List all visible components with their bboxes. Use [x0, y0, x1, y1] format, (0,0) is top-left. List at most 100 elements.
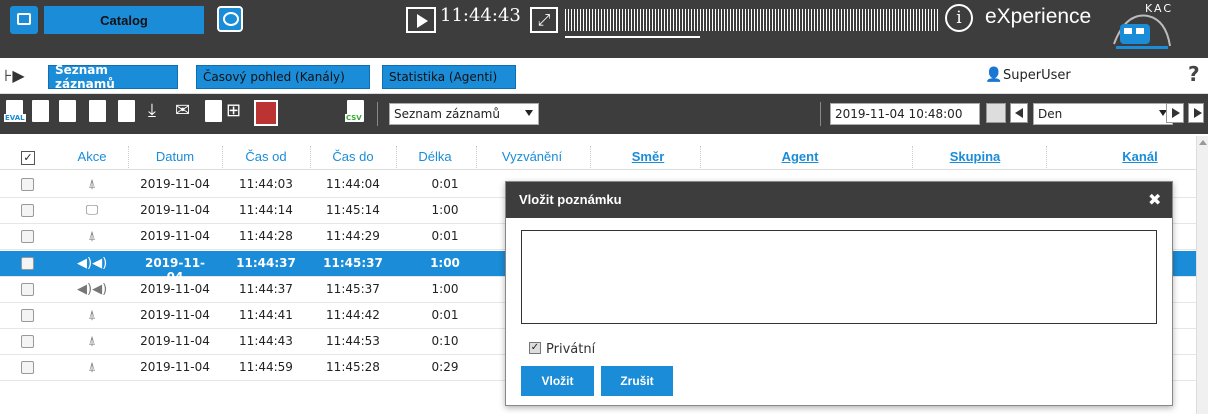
- header-cas-od[interactable]: Čas od: [234, 149, 298, 164]
- cell-datum: 2019-11-04: [140, 229, 210, 244]
- document-copy-icon[interactable]: [57, 100, 79, 126]
- cell-cas-od: 11:44:28: [239, 229, 293, 244]
- previous-period-button[interactable]: [1010, 103, 1028, 123]
- row-checkbox[interactable]: [21, 230, 34, 244]
- tree-toggle-icon[interactable]: ⊦▶: [4, 66, 25, 85]
- cell-cas-od: 11:44:43: [239, 334, 293, 349]
- header-delka[interactable]: Délka: [405, 149, 465, 164]
- cell-cas-od: 11:44:41: [239, 308, 293, 322]
- top-bar: Catalog 11:44:43 ⤢ i eXperience KAC: [0, 0, 1208, 58]
- row-checkbox[interactable]: [21, 335, 34, 349]
- eval-icon[interactable]: EVAL: [4, 100, 26, 126]
- play-icon[interactable]: [406, 7, 436, 33]
- private-checkbox-label: Privátní: [546, 342, 596, 357]
- header-agent[interactable]: Agent: [735, 149, 865, 164]
- select-all-checkbox[interactable]: ✓: [21, 151, 35, 165]
- toolbar-separator: [820, 102, 821, 126]
- cell-delka: 0:01: [431, 308, 459, 322]
- expand-icon[interactable]: ⤢: [530, 7, 558, 33]
- catalog-button[interactable]: Catalog: [44, 6, 204, 34]
- user-icon: 👤: [985, 67, 1003, 83]
- cell-delka: 0:01: [431, 229, 459, 244]
- cancel-button[interactable]: Zrušit: [601, 366, 673, 396]
- cell-datum: 2019-11-04: [140, 281, 210, 296]
- dialog-header: Vložit poznámku ✖: [506, 182, 1172, 218]
- export-csv-icon[interactable]: CSV: [345, 100, 367, 126]
- cell-cas-od: 11:44:03: [239, 177, 293, 191]
- mail-icon[interactable]: ✉: [175, 100, 197, 126]
- clock-display: 11:44:43: [440, 5, 521, 26]
- row-checkbox[interactable]: [21, 361, 34, 375]
- row-checkbox[interactable]: [21, 204, 34, 218]
- toolbar: EVAL ⤓ ✉ ⊞ CSV Seznam záznamů 2019-11-04…: [0, 94, 1208, 134]
- timeline-bar[interactable]: [565, 9, 940, 31]
- antenna-icon[interactable]: ⍋: [77, 229, 107, 244]
- header-skupina[interactable]: Skupina: [920, 149, 1030, 164]
- antenna-icon[interactable]: ⍋: [77, 360, 107, 375]
- speakers-icon[interactable]: ◀)◀): [77, 256, 107, 271]
- cell-cas-do: 11:45:37: [323, 255, 383, 270]
- cell-cas-do: 11:44:04: [326, 177, 380, 191]
- header-kanal[interactable]: Kanál: [1100, 149, 1180, 164]
- tab-seznam-zaznamu[interactable]: Seznam záznamů: [48, 63, 178, 91]
- add-note-icon[interactable]: ⊞: [226, 100, 248, 126]
- cell-datum: 2019-11-04: [140, 334, 210, 349]
- document-delete-icon[interactable]: [87, 100, 109, 126]
- cell-datum: 2019-11-04: [140, 308, 210, 322]
- note-textarea[interactable]: [521, 230, 1157, 324]
- cell-cas-do: 11:44:29: [326, 229, 380, 244]
- add-note-dialog: Vložit poznámku ✖ ✓ Privátní Vložit Zruš…: [505, 181, 1173, 406]
- antenna-icon[interactable]: ⍋: [77, 308, 107, 323]
- period-select[interactable]: Den: [1033, 103, 1173, 125]
- antenna-icon[interactable]: ⍋: [77, 177, 107, 192]
- document-check-icon[interactable]: [30, 100, 52, 126]
- chat-icon[interactable]: [217, 6, 243, 32]
- cell-cas-od: 11:44:14: [239, 203, 293, 218]
- monitor-icon[interactable]: 🖵: [77, 203, 107, 218]
- cell-cas-do: 11:45:28: [326, 360, 380, 375]
- next-period-button[interactable]: [1166, 103, 1184, 123]
- header-akce[interactable]: Akce: [70, 149, 114, 164]
- cell-cas-do: 11:44:53: [326, 334, 380, 349]
- info-icon[interactable]: i: [945, 4, 973, 32]
- cell-cas-od: 11:44:37: [236, 255, 296, 270]
- header-vyzvaneni[interactable]: Vyzvánění: [484, 149, 580, 164]
- row-checkbox[interactable]: [21, 282, 34, 296]
- user-name[interactable]: SuperUser: [1003, 68, 1071, 83]
- header-cas-do[interactable]: Čas do: [320, 149, 386, 164]
- calendar-icon[interactable]: [986, 103, 1006, 123]
- app-window-icon[interactable]: [10, 6, 38, 34]
- tab-casovy-pohled[interactable]: Časový pohled (Kanály): [196, 65, 370, 89]
- close-icon[interactable]: ✖: [1148, 190, 1161, 209]
- submit-note-button[interactable]: Vložit: [521, 366, 594, 396]
- cell-delka: 1:00: [431, 203, 459, 218]
- cell-delka: 1:00: [430, 255, 460, 270]
- toolbar-separator: [377, 102, 378, 126]
- antenna-icon[interactable]: ⍋: [77, 334, 107, 349]
- row-checkbox[interactable]: [21, 309, 34, 322]
- table-scrollbar[interactable]: [1196, 136, 1208, 414]
- add-red-icon[interactable]: [254, 100, 278, 126]
- cell-datum: 2019-11-04: [140, 203, 210, 218]
- cell-delka: 0:01: [431, 177, 459, 191]
- cell-delka: 0:29: [431, 360, 459, 375]
- download-icon[interactable]: ⤓: [148, 100, 170, 126]
- tab-bar: ⊦▶ Seznam záznamů Časový pohled (Kanály)…: [0, 58, 1208, 94]
- cell-delka: 1:00: [431, 281, 459, 296]
- timeline-position-marker: [565, 36, 700, 38]
- help-icon[interactable]: ?: [1188, 62, 1200, 86]
- cell-delka: 0:10: [431, 334, 459, 349]
- view-select[interactable]: Seznam záznamů: [389, 103, 539, 125]
- document-search-icon[interactable]: [203, 100, 225, 126]
- last-period-button[interactable]: [1188, 103, 1204, 123]
- cell-cas-do: 11:45:14: [326, 203, 380, 218]
- speakers-icon[interactable]: ◀)◀): [77, 282, 107, 297]
- document-archive-icon[interactable]: [116, 100, 138, 126]
- header-datum[interactable]: Datum: [140, 149, 210, 164]
- header-smer[interactable]: Směr: [600, 149, 696, 164]
- row-checkbox[interactable]: [21, 256, 34, 270]
- datetime-input[interactable]: 2019-11-04 10:48:00: [830, 103, 980, 125]
- row-checkbox[interactable]: [21, 178, 34, 191]
- tab-statistika[interactable]: Statistika (Agenti): [382, 65, 516, 89]
- private-checkbox[interactable]: ✓: [529, 342, 541, 354]
